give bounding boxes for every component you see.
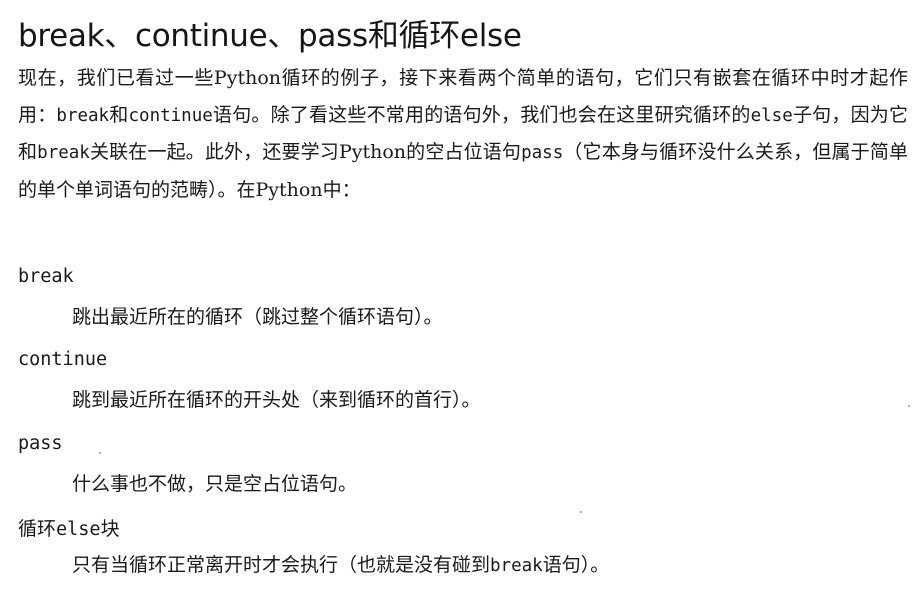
definition-term-continue: continue	[18, 349, 108, 370]
definition-term-loop-else: 循环else块	[18, 514, 120, 541]
intro-paragraph: 现在，我们已看过一些Python循环的例子，接下来看两个简单的语句，它们只有嵌套…	[18, 60, 908, 208]
desc-loop-else-text-2: 语句）。	[542, 554, 610, 576]
intro-keyword-break: break	[56, 105, 110, 126]
term-loop-else-keyword: else	[56, 519, 101, 540]
scan-speck	[580, 511, 582, 513]
section-title: break、continue、pass和循环else	[18, 18, 522, 54]
desc-loop-else-text-1: 只有当循环正常离开时才会执行（也就是没有碰到	[72, 554, 491, 576]
intro-keyword-break-2: break	[37, 143, 90, 163]
definition-desc-continue: 跳到最近所在循环的开头处（来到循环的首行）。	[72, 389, 481, 411]
term-loop-else-cjk: 循环	[18, 518, 57, 540]
definition-term-break: break	[18, 266, 74, 287]
document-page: break、continue、pass和循环else 现在，我们已看过一些Pyt…	[0, 0, 917, 591]
intro-text-5: 关联在一起。此外，还要学习Python的空占位语句	[89, 141, 522, 163]
intro-keyword-else: else	[750, 105, 793, 126]
intro-text-2: 和	[109, 103, 129, 126]
intro-text-3: 语句。除了看这些不常用的语句外，我们也会在这里研究循环的	[212, 103, 751, 126]
definition-desc-pass: 什么事也不做，只是空占位语句。	[72, 473, 358, 495]
definition-desc-break: 跳出最近所在的循环（跳过整个循环语句）。	[72, 306, 443, 328]
term-loop-else-suffix: 块	[100, 518, 120, 540]
scan-speck	[99, 452, 101, 454]
definition-desc-loop-else: 只有当循环正常离开时才会执行（也就是没有碰到break语句）。	[72, 550, 609, 577]
desc-loop-else-keyword: break	[490, 556, 543, 576]
intro-keyword-pass: pass	[521, 143, 564, 163]
intro-keyword-continue: continue	[128, 105, 213, 126]
definition-term-pass: pass	[18, 433, 63, 454]
scan-speck	[908, 405, 910, 407]
